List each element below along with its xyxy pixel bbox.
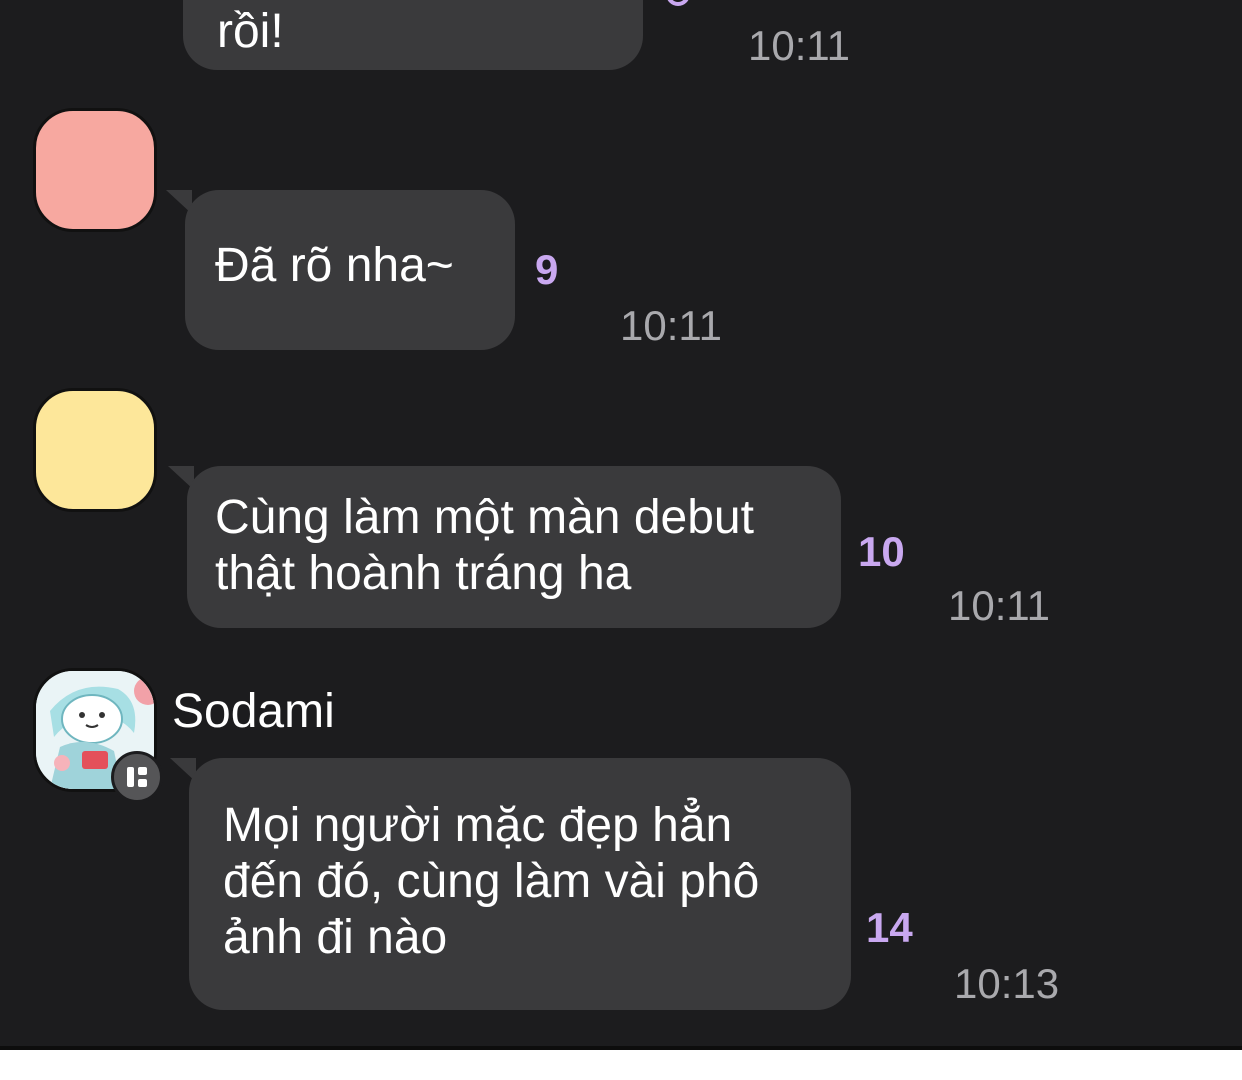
avatar-yellow[interactable]: [33, 388, 157, 512]
message-bubble-4[interactable]: Mọi người mặc đẹp hẳn đến đó, cùng làm v…: [189, 758, 851, 1010]
read-count: 9: [535, 246, 559, 293]
message-text: Mọi người mặc đẹp hẳn đến đó, cùng làm v…: [223, 799, 760, 964]
message-time: 10:11: [748, 22, 850, 69]
chat-screen: rồi! 10:11 Đã rõ nha~ 9 10:11 Cùng làm m…: [0, 0, 1242, 1046]
message-text: Cùng làm một màn debut thật hoành tráng …: [215, 491, 754, 600]
message-bubble-2[interactable]: Đã rõ nha~: [185, 190, 515, 350]
sender-name: Sodami: [172, 685, 335, 738]
message-text: Đã rõ nha~: [215, 239, 454, 292]
divider: [0, 1046, 1242, 1050]
read-count: 10: [858, 528, 905, 575]
read-count-partial: [666, 0, 690, 6]
message-bubble-1[interactable]: rồi!: [183, 0, 643, 70]
grid-badge-icon: [111, 751, 163, 803]
message-time: 10:11: [948, 582, 1050, 629]
message-bubble-3[interactable]: Cùng làm một màn debut thật hoành tráng …: [187, 466, 841, 628]
avatar-pink[interactable]: [33, 108, 157, 232]
read-count: 14: [866, 904, 913, 951]
message-time: 10:13: [954, 960, 1060, 1007]
message-time: 10:11: [620, 302, 722, 349]
message-text: rồi!: [217, 5, 284, 58]
